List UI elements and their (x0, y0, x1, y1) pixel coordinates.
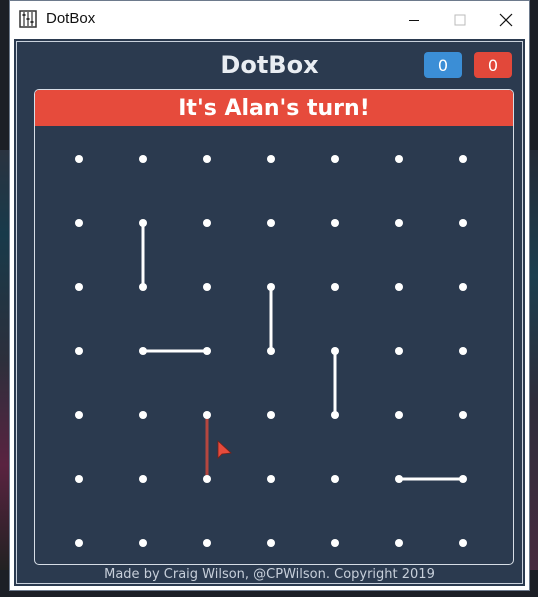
grid-dot[interactable] (267, 155, 275, 163)
grid-dot[interactable] (75, 155, 83, 163)
grid-dot[interactable] (203, 347, 211, 355)
grid-dot[interactable] (203, 411, 211, 419)
footer-credits: Made by Craig Wilson, @CPWilson. Copyrig… (104, 567, 435, 582)
grid-dot[interactable] (139, 475, 147, 483)
grid-dot[interactable] (75, 475, 83, 483)
game-board[interactable]: It's Alan's turn! (34, 89, 514, 565)
grid-dot[interactable] (331, 347, 339, 355)
grid-dot[interactable] (395, 347, 403, 355)
arrow-cursor-icon (217, 440, 232, 459)
grid-dot[interactable] (395, 411, 403, 419)
grid-dot[interactable] (459, 475, 467, 483)
grid-dot[interactable] (331, 155, 339, 163)
grid-dot[interactable] (75, 283, 83, 291)
grid-dot[interactable] (267, 475, 275, 483)
grid-dot[interactable] (203, 539, 211, 547)
red-player-score: 0 (474, 52, 512, 78)
grid-dot[interactable] (459, 539, 467, 547)
grid-dot[interactable] (459, 283, 467, 291)
grid-dot[interactable] (267, 219, 275, 227)
grid-dot[interactable] (75, 539, 83, 547)
grid-dot[interactable] (139, 347, 147, 355)
grid-dot[interactable] (139, 219, 147, 227)
grid-dot[interactable] (75, 219, 83, 227)
grid-dot[interactable] (203, 283, 211, 291)
game-area: DotBox 0 0 It's Alan's turn! Made by Cra… (14, 39, 525, 586)
grid-dot[interactable] (459, 347, 467, 355)
grid-dot[interactable] (395, 475, 403, 483)
grid-dot[interactable] (267, 347, 275, 355)
grid-dot[interactable] (331, 219, 339, 227)
grid-dot[interactable] (203, 475, 211, 483)
grid-dot[interactable] (395, 539, 403, 547)
grid-dot[interactable] (75, 347, 83, 355)
grid-dot[interactable] (267, 283, 275, 291)
grid-dot[interactable] (459, 219, 467, 227)
grid-dot[interactable] (395, 283, 403, 291)
grid-dot[interactable] (203, 219, 211, 227)
grid-dot[interactable] (75, 411, 83, 419)
grid-dot[interactable] (139, 283, 147, 291)
grid-dot[interactable] (331, 539, 339, 547)
close-icon (499, 13, 513, 27)
minimize-button[interactable] (391, 1, 437, 39)
grid-dot[interactable] (331, 411, 339, 419)
maximize-icon (454, 14, 466, 26)
grid-dot[interactable] (139, 411, 147, 419)
abacus-app-icon (19, 10, 37, 28)
grid-dot[interactable] (395, 219, 403, 227)
grid-dot[interactable] (203, 155, 211, 163)
close-button[interactable] (483, 1, 529, 39)
dot-grid[interactable] (35, 90, 514, 565)
grid-dot[interactable] (331, 283, 339, 291)
grid-dot[interactable] (139, 539, 147, 547)
window-title: DotBox (46, 10, 96, 27)
title-bar[interactable]: DotBox (10, 1, 529, 39)
grid-dot[interactable] (267, 539, 275, 547)
maximize-button[interactable] (437, 1, 483, 39)
grid-dot[interactable] (459, 411, 467, 419)
grid-dot[interactable] (267, 411, 275, 419)
grid-dot[interactable] (331, 475, 339, 483)
grid-dot[interactable] (395, 155, 403, 163)
grid-dot[interactable] (459, 155, 467, 163)
grid-dot[interactable] (139, 155, 147, 163)
blue-player-score: 0 (424, 52, 462, 78)
app-window: DotBox DotBox 0 0 It's Alan's turn! Made… (9, 0, 530, 591)
minimize-icon (409, 20, 419, 21)
